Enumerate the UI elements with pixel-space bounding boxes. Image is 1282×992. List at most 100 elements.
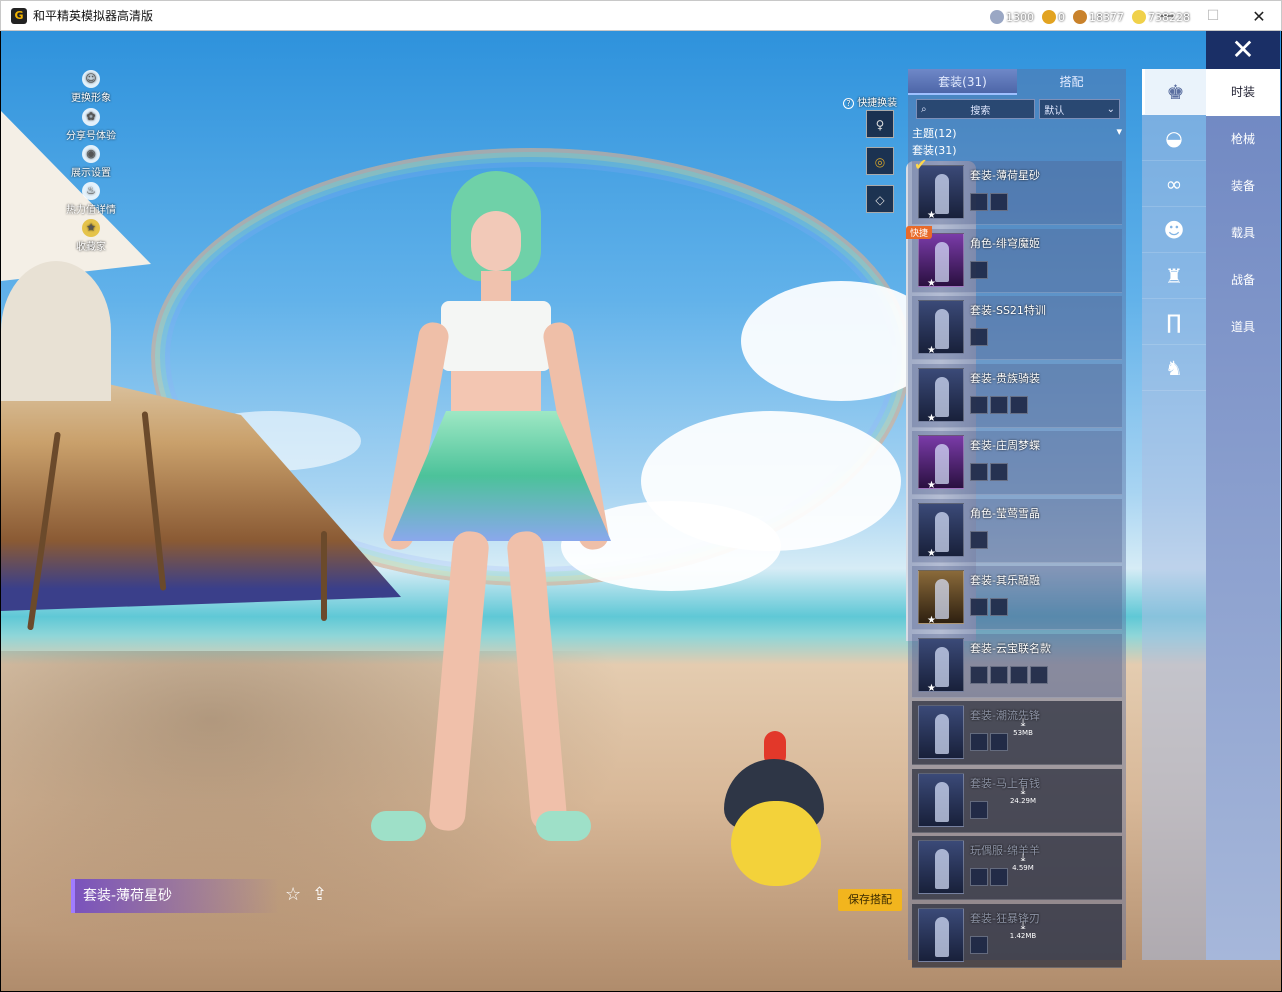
- quick-slot-2[interactable]: ◎: [866, 147, 894, 175]
- collector-button[interactable]: ★ 收藏家: [58, 219, 124, 253]
- character-left-leg: [427, 530, 491, 832]
- outfit-part-icon: [970, 733, 988, 751]
- save-outfit-button[interactable]: 保存搭配: [838, 889, 902, 911]
- outfit-part-icon: [970, 598, 988, 616]
- outfit-part-icon: [970, 665, 988, 684]
- outfit-list-item[interactable]: ★ 角色-绯穹魔姬 快捷: [906, 225, 1122, 293]
- heat-value-button[interactable]: ♨ 热力值详情: [58, 182, 124, 216]
- tab-fashion[interactable]: 时装: [1206, 69, 1280, 116]
- close-panel-button[interactable]: ✕: [1206, 31, 1280, 69]
- currency-bronze[interactable]: 18377: [1073, 10, 1124, 24]
- currency-silver[interactable]: 1300: [990, 10, 1034, 24]
- outfit-list-item[interactable]: ★ 套装-贵族骑装: [912, 363, 1122, 428]
- outfit-list-item[interactable]: ★ 套装-SS21特训: [912, 296, 1122, 360]
- tab-vehicles[interactable]: 载具: [1206, 210, 1280, 257]
- quick-slot-3[interactable]: ◇: [866, 185, 894, 213]
- download-size: 24.29M: [1009, 796, 1037, 805]
- display-settings-button[interactable]: ◉ 展示设置: [58, 145, 124, 179]
- outfit-part-icon: [970, 800, 988, 819]
- tab-suits[interactable]: 套装(31): [908, 69, 1017, 95]
- outfit-list-item[interactable]: ★ 套装-庄周梦蝶: [912, 431, 1122, 495]
- flame-icon: ♨: [82, 182, 100, 200]
- outfit-part-icon: [990, 395, 1008, 414]
- outfit-list-item[interactable]: ★ 套装-其乐融融: [912, 566, 1122, 630]
- tab-weapons[interactable]: 枪械: [1206, 116, 1280, 163]
- currency-star[interactable]: 738228: [1132, 10, 1190, 24]
- download-button[interactable]: ⤓ 24.29M: [1008, 783, 1038, 805]
- mask-icon[interactable]: ☻: [1142, 207, 1206, 253]
- outfit-name-label: 套装-SS21特训: [970, 304, 1046, 317]
- download-icon: ⤓: [1020, 851, 1026, 864]
- player-character[interactable]: [341, 171, 641, 871]
- quick-slot-1[interactable]: ♀: [866, 110, 894, 138]
- share-trial-button[interactable]: ✿ 分享号体验: [58, 108, 124, 142]
- outfit-list-item[interactable]: 套装-潮流先锋 ⤓ 53MB: [912, 701, 1122, 765]
- rarity-star-icon: ★: [927, 547, 936, 559]
- change-appearance-button[interactable]: ☺ 更换形象: [58, 70, 124, 104]
- outfit-list-item[interactable]: ★ 角色-莹莺雪晶: [912, 498, 1122, 563]
- download-button[interactable]: ⤓ 53MB: [1008, 717, 1038, 738]
- outfit-figure-icon: [935, 714, 949, 754]
- outfit-part-icon: [1010, 665, 1028, 684]
- dropdown-triangle-icon: ▾: [1116, 125, 1122, 138]
- download-button[interactable]: ⤓ 4.59M: [1008, 851, 1038, 873]
- rarity-star-icon: ★: [927, 615, 936, 626]
- outfit-thumbnail: ★: [918, 502, 964, 559]
- outfit-list-item[interactable]: 套装-狂暴锋刃 ⤓ 1.42MB: [912, 903, 1122, 968]
- outfit-figure-icon: ♀: [875, 118, 885, 132]
- emblem-icon: ◎: [874, 155, 886, 169]
- outfit-part-icon: [970, 463, 988, 481]
- hat-icon[interactable]: ◒: [1142, 115, 1206, 161]
- currency-bar: 1300 0 18377 738228: [990, 10, 1190, 24]
- outfit-part-icon: [1010, 395, 1028, 414]
- outfit-thumbnail: [918, 840, 964, 894]
- download-size: 53MB: [1013, 729, 1033, 737]
- favorite-star-icon[interactable]: ☆: [285, 884, 301, 905]
- outfit-figure-icon: [935, 849, 949, 889]
- download-icon: ⤓: [1020, 918, 1026, 932]
- tab-equipment[interactable]: 装备: [1206, 163, 1280, 210]
- app-logo-icon: G: [11, 7, 27, 24]
- download-icon: ⤓: [1020, 783, 1026, 797]
- outfit-parts: [970, 395, 1028, 414]
- quick-change-label[interactable]: ? 快捷换装: [843, 94, 897, 109]
- search-input[interactable]: ⌕ 搜索: [916, 99, 1036, 119]
- suit-icon[interactable]: ♚: [1142, 69, 1206, 115]
- rarity-star-icon: ★: [927, 682, 936, 694]
- glasses-icon[interactable]: ∞: [1142, 161, 1206, 207]
- outfit-list-item[interactable]: 套装-马上有钱 ⤓ 24.29M: [912, 768, 1122, 833]
- outfit-part-icon: [990, 193, 1008, 211]
- badge-icon: ★: [82, 219, 100, 237]
- outfit-part-icon: [970, 193, 988, 211]
- outfit-name-label: 角色-绯穹魔姬: [970, 236, 1040, 250]
- outfit-list-item[interactable]: ★ 套装-薄荷星砂 ✔: [912, 155, 1122, 225]
- download-size: 4.59M: [1012, 864, 1034, 872]
- pet-chick[interactable]: [719, 731, 829, 906]
- theme-filter[interactable]: 主题(12) ▾: [912, 125, 1122, 141]
- outfit-part-icon: [970, 328, 988, 346]
- character-neck: [481, 271, 511, 301]
- pants-icon[interactable]: ∏: [1142, 299, 1206, 345]
- tab-items[interactable]: 道具: [1206, 304, 1280, 351]
- currency-gold[interactable]: 0: [1042, 10, 1065, 24]
- outfit-figure-icon: [935, 579, 949, 619]
- maximize-button[interactable]: ☐: [1190, 1, 1236, 31]
- shoes-icon[interactable]: ♞: [1142, 345, 1206, 391]
- outfit-list-item[interactable]: ★ 套装-云宝联名款: [912, 633, 1122, 698]
- tab-supplies[interactable]: 战备: [1206, 257, 1280, 304]
- download-button[interactable]: ⤓ 1.42MB: [1008, 918, 1038, 940]
- outfit-parts: [970, 328, 988, 346]
- tab-combos[interactable]: 搭配: [1017, 69, 1126, 95]
- outfit-figure-icon: [935, 376, 949, 417]
- sort-select[interactable]: 默认 ⌄: [1039, 99, 1120, 119]
- rarity-star-icon: ★: [927, 480, 936, 491]
- outfit-parts: [970, 665, 1048, 684]
- outfit-thumbnail: ★: [918, 435, 964, 491]
- chevron-down-icon: ⌄: [1106, 103, 1115, 115]
- close-window-button[interactable]: ✕: [1236, 1, 1282, 31]
- share-icon[interactable]: ⇪: [312, 884, 327, 905]
- outfit-part-icon: [970, 868, 988, 886]
- top-icon[interactable]: ♜: [1142, 253, 1206, 299]
- outfit-list-item[interactable]: 玩偶服-绵羊羊 ⤓ 4.59M: [912, 836, 1122, 900]
- window-title: 和平精英模拟器高清版: [33, 9, 154, 23]
